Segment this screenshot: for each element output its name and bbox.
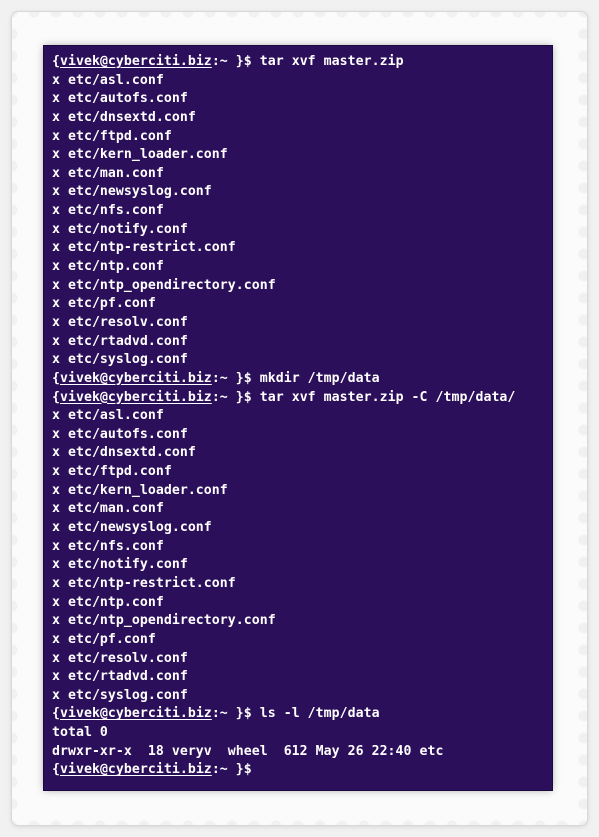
terminal-output-line: x etc/newsyslog.conf [52, 520, 212, 536]
terminal-output-line: x etc/syslog.conf [52, 352, 188, 368]
terminal-window[interactable]: {vivek@cyberciti.biz:~ }$ tar xvf master… [44, 46, 552, 790]
terminal-output-line: x etc/ntp.conf [52, 594, 164, 610]
terminal-output-line: x etc/ntp_opendirectory.conf [52, 613, 276, 629]
terminal-output-line: x etc/kern_loader.conf [52, 147, 228, 163]
terminal-output-line: x etc/pf.conf [52, 631, 156, 647]
prompt-open-brace: { [52, 389, 60, 405]
terminal-output-line: x etc/newsyslog.conf [52, 184, 212, 200]
terminal-output-line: x etc/rtadvd.conf [52, 669, 188, 685]
prompt-path: :~ }$ [211, 706, 260, 722]
prompt-open-brace: { [52, 54, 60, 69]
terminal-output-line: x etc/asl.conf [52, 72, 164, 88]
prompt-path: :~ }$ [211, 389, 260, 405]
prompt-user-host: vivek@cyberciti.biz [60, 389, 212, 405]
command-text: tar xvf master.zip [259, 54, 404, 69]
terminal-output-line: x etc/autofs.conf [52, 91, 188, 107]
terminal-output-line: x etc/man.conf [52, 501, 164, 517]
prompt-user-host: vivek@cyberciti.biz [60, 762, 212, 778]
terminal-output-line: x etc/ftpd.conf [52, 128, 172, 144]
prompt-open-brace: { [52, 370, 60, 386]
terminal-prompt-line: {vivek@cyberciti.biz:~ }$ tar xvf master… [52, 53, 548, 72]
terminal-output: {vivek@cyberciti.biz:~ }$ tar xvf master… [52, 53, 548, 780]
prompt-open-brace: { [52, 762, 60, 778]
terminal-output-line: x etc/autofs.conf [52, 426, 188, 442]
terminal-output-line: x etc/rtadvd.conf [52, 333, 188, 349]
terminal-output-line: total 0 [52, 725, 108, 741]
command-text: mkdir /tmp/data [259, 370, 380, 386]
terminal-output-line: x etc/ntp_opendirectory.conf [52, 277, 276, 293]
prompt-user-host: vivek@cyberciti.biz [60, 370, 212, 386]
terminal-output-line: x etc/resolv.conf [52, 314, 188, 330]
terminal-output-line: x etc/resolv.conf [52, 650, 188, 666]
command-text: tar xvf master.zip -C /tmp/data/ [259, 389, 516, 405]
prompt-open-brace: { [52, 706, 60, 722]
terminal-output-line: x etc/nfs.conf [52, 538, 164, 554]
prompt-path: :~ }$ [211, 762, 260, 778]
prompt-user-host: vivek@cyberciti.biz [60, 706, 212, 722]
terminal-prompt-line: {vivek@cyberciti.biz:~ }$ tar xvf master… [52, 389, 548, 408]
terminal-prompt-line: {vivek@cyberciti.biz:~ }$ ls -l /tmp/dat… [52, 705, 548, 724]
terminal-output-line: x etc/ntp.conf [52, 259, 164, 275]
terminal-output-line: x etc/nfs.conf [52, 203, 164, 219]
terminal-output-line: x etc/pf.conf [52, 296, 156, 312]
terminal-output-line: x etc/ntp-restrict.conf [52, 575, 236, 591]
terminal-prompt-line: {vivek@cyberciti.biz:~ }$ [52, 761, 548, 780]
terminal-output-line: x etc/syslog.conf [52, 687, 188, 703]
terminal-output-line: x etc/notify.conf [52, 557, 188, 573]
command-text: ls -l /tmp/data [259, 706, 380, 722]
terminal-prompt-line: {vivek@cyberciti.biz:~ }$ mkdir /tmp/dat… [52, 370, 548, 389]
terminal-output-line: x etc/kern_loader.conf [52, 482, 228, 498]
terminal-output-line: x etc/man.conf [52, 165, 164, 181]
terminal-output-line: drwxr-xr-x 18 veryv wheel 612 May 26 22:… [52, 743, 444, 759]
terminal-output-line: x etc/ftpd.conf [52, 464, 172, 480]
terminal-output-line: x etc/ntp-restrict.conf [52, 240, 236, 256]
terminal-output-line: x etc/asl.conf [52, 408, 164, 424]
terminal-output-line: x etc/dnsextd.conf [52, 109, 196, 125]
prompt-path: :~ }$ [211, 54, 260, 69]
terminal-output-line: x etc/dnsextd.conf [52, 445, 196, 461]
prompt-user-host: vivek@cyberciti.biz [60, 54, 212, 69]
terminal-output-line: x etc/notify.conf [52, 221, 188, 237]
prompt-path: :~ }$ [211, 370, 260, 386]
